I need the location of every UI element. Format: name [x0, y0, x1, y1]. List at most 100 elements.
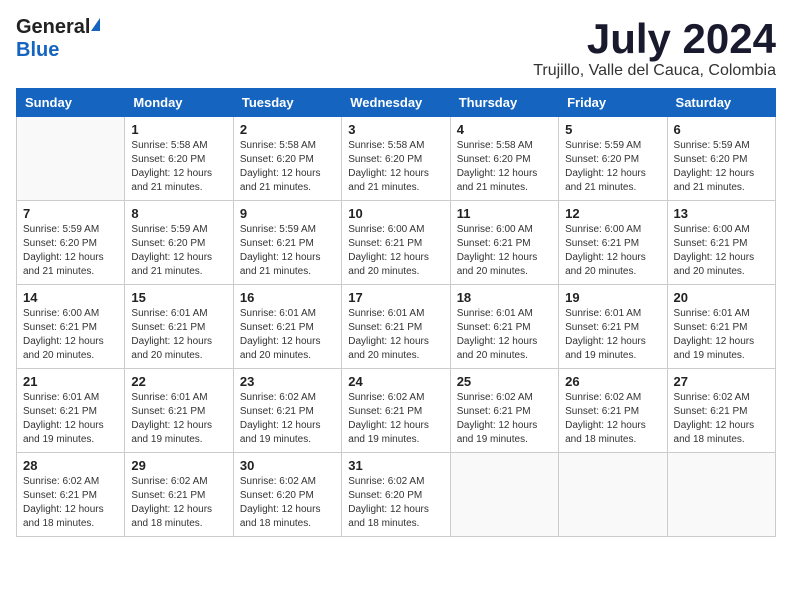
day-info: Sunrise: 6:01 AM Sunset: 6:21 PM Dayligh…	[348, 307, 443, 363]
calendar-day-cell: 7 Sunrise: 5:59 AM Sunset: 6:20 PM Daylig…	[17, 201, 125, 285]
title-area: July 2024 Trujillo, Valle del Cauca, Col…	[533, 16, 776, 80]
day-number: 25	[457, 374, 552, 389]
day-info: Sunrise: 6:01 AM Sunset: 6:21 PM Dayligh…	[565, 307, 660, 363]
calendar-day-cell: 18 Sunrise: 6:01 AM Sunset: 6:21 PM Dayli…	[450, 285, 558, 369]
day-number: 27	[674, 374, 769, 389]
calendar-day-cell: 24Sunrise: 6:02 AM Sunset: 6:21 PM Dayli…	[342, 369, 450, 453]
day-number: 15	[131, 290, 226, 305]
day-info: Sunrise: 5:59 AM Sunset: 6:20 PM Dayligh…	[23, 223, 118, 279]
day-number: 16	[240, 290, 335, 305]
day-number: 17	[348, 290, 443, 305]
day-number: 18	[457, 290, 552, 305]
calendar-day-cell: 8 Sunrise: 5:59 AM Sunset: 6:20 PM Daylig…	[125, 201, 233, 285]
day-info: Sunrise: 6:01 AM Sunset: 6:21 PM Dayligh…	[131, 391, 226, 447]
calendar-day-cell: 21 Sunrise: 6:01 AM Sunset: 6:21 PM Dayli…	[17, 369, 125, 453]
day-number: 9	[240, 206, 335, 221]
day-info: Sunrise: 6:02 AM Sunset: 6:21 PM Dayligh…	[131, 475, 226, 531]
calendar-day-cell: 3Sunrise: 5:58 AM Sunset: 6:20 PM Daylig…	[342, 117, 450, 201]
day-number: 26	[565, 374, 660, 389]
calendar-day-cell: 1 Sunrise: 5:58 AM Sunset: 6:20 PM Daylig…	[125, 117, 233, 201]
day-number: 12	[565, 206, 660, 221]
calendar-day-cell: 23Sunrise: 6:02 AM Sunset: 6:21 PM Dayli…	[233, 369, 341, 453]
day-info: Sunrise: 5:59 AM Sunset: 6:20 PM Dayligh…	[565, 139, 660, 195]
day-info: Sunrise: 6:00 AM Sunset: 6:21 PM Dayligh…	[674, 223, 769, 279]
header: General Blue July 2024 Trujillo, Valle d…	[16, 16, 776, 80]
calendar-week-row: 1 Sunrise: 5:58 AM Sunset: 6:20 PM Daylig…	[17, 117, 776, 201]
day-info: Sunrise: 6:02 AM Sunset: 6:20 PM Dayligh…	[240, 475, 335, 531]
calendar-day-cell: 22 Sunrise: 6:01 AM Sunset: 6:21 PM Dayli…	[125, 369, 233, 453]
day-info: Sunrise: 6:02 AM Sunset: 6:21 PM Dayligh…	[457, 391, 552, 447]
day-number: 21	[23, 374, 118, 389]
location-subtitle: Trujillo, Valle del Cauca, Colombia	[533, 62, 776, 80]
weekday-header-wednesday: Wednesday	[342, 89, 450, 117]
calendar-day-cell	[450, 453, 558, 537]
day-number: 6	[674, 122, 769, 137]
logo-general-text: General	[16, 16, 90, 39]
calendar-day-cell: 12 Sunrise: 6:00 AM Sunset: 6:21 PM Dayli…	[559, 201, 667, 285]
month-year-title: July 2024	[533, 16, 776, 62]
day-number: 4	[457, 122, 552, 137]
day-info: Sunrise: 5:58 AM Sunset: 6:20 PM Dayligh…	[131, 139, 226, 195]
day-number: 11	[457, 206, 552, 221]
day-number: 31	[348, 458, 443, 473]
calendar-day-cell: 5 Sunrise: 5:59 AM Sunset: 6:20 PM Daylig…	[559, 117, 667, 201]
day-number: 19	[565, 290, 660, 305]
calendar-day-cell: 19 Sunrise: 6:01 AM Sunset: 6:21 PM Dayli…	[559, 285, 667, 369]
day-info: Sunrise: 6:00 AM Sunset: 6:21 PM Dayligh…	[23, 307, 118, 363]
day-info: Sunrise: 6:00 AM Sunset: 6:21 PM Dayligh…	[457, 223, 552, 279]
day-number: 7	[23, 206, 118, 221]
calendar-header-row: SundayMondayTuesdayWednesdayThursdayFrid…	[17, 89, 776, 117]
logo-blue-text: Blue	[16, 39, 59, 61]
calendar-day-cell: 16Sunrise: 6:01 AM Sunset: 6:21 PM Dayli…	[233, 285, 341, 369]
day-number: 22	[131, 374, 226, 389]
weekday-header-saturday: Saturday	[667, 89, 775, 117]
day-number: 20	[674, 290, 769, 305]
calendar-day-cell: 13Sunrise: 6:00 AM Sunset: 6:21 PM Dayli…	[667, 201, 775, 285]
day-number: 10	[348, 206, 443, 221]
day-info: Sunrise: 6:02 AM Sunset: 6:21 PM Dayligh…	[674, 391, 769, 447]
day-info: Sunrise: 6:01 AM Sunset: 6:21 PM Dayligh…	[457, 307, 552, 363]
calendar-week-row: 7 Sunrise: 5:59 AM Sunset: 6:20 PM Daylig…	[17, 201, 776, 285]
day-info: Sunrise: 6:02 AM Sunset: 6:21 PM Dayligh…	[23, 475, 118, 531]
day-info: Sunrise: 6:01 AM Sunset: 6:21 PM Dayligh…	[23, 391, 118, 447]
day-number: 5	[565, 122, 660, 137]
calendar-week-row: 21 Sunrise: 6:01 AM Sunset: 6:21 PM Dayli…	[17, 369, 776, 453]
calendar-day-cell: 15 Sunrise: 6:01 AM Sunset: 6:21 PM Dayli…	[125, 285, 233, 369]
calendar-day-cell: 30 Sunrise: 6:02 AM Sunset: 6:20 PM Dayli…	[233, 453, 341, 537]
day-info: Sunrise: 5:59 AM Sunset: 6:20 PM Dayligh…	[131, 223, 226, 279]
day-info: Sunrise: 5:59 AM Sunset: 6:20 PM Dayligh…	[674, 139, 769, 195]
day-number: 30	[240, 458, 335, 473]
day-info: Sunrise: 6:01 AM Sunset: 6:21 PM Dayligh…	[131, 307, 226, 363]
calendar-day-cell	[667, 453, 775, 537]
calendar-day-cell: 26 Sunrise: 6:02 AM Sunset: 6:21 PM Dayli…	[559, 369, 667, 453]
calendar-day-cell: 14 Sunrise: 6:00 AM Sunset: 6:21 PM Dayli…	[17, 285, 125, 369]
weekday-header-friday: Friday	[559, 89, 667, 117]
day-number: 29	[131, 458, 226, 473]
calendar-day-cell: 2Sunrise: 5:58 AM Sunset: 6:20 PM Daylig…	[233, 117, 341, 201]
day-number: 14	[23, 290, 118, 305]
day-info: Sunrise: 6:00 AM Sunset: 6:21 PM Dayligh…	[565, 223, 660, 279]
weekday-header-sunday: Sunday	[17, 89, 125, 117]
weekday-header-monday: Monday	[125, 89, 233, 117]
calendar-day-cell: 9 Sunrise: 5:59 AM Sunset: 6:21 PM Daylig…	[233, 201, 341, 285]
calendar-week-row: 14 Sunrise: 6:00 AM Sunset: 6:21 PM Dayli…	[17, 285, 776, 369]
day-info: Sunrise: 6:02 AM Sunset: 6:20 PM Dayligh…	[348, 475, 443, 531]
day-number: 8	[131, 206, 226, 221]
logo-triangle-icon	[91, 18, 100, 31]
day-info: Sunrise: 5:58 AM Sunset: 6:20 PM Dayligh…	[348, 139, 443, 195]
calendar-day-cell: 25 Sunrise: 6:02 AM Sunset: 6:21 PM Dayli…	[450, 369, 558, 453]
calendar-day-cell: 28 Sunrise: 6:02 AM Sunset: 6:21 PM Dayli…	[17, 453, 125, 537]
calendar-day-cell: 29 Sunrise: 6:02 AM Sunset: 6:21 PM Dayli…	[125, 453, 233, 537]
day-info: Sunrise: 5:58 AM Sunset: 6:20 PM Dayligh…	[457, 139, 552, 195]
day-info: Sunrise: 5:59 AM Sunset: 6:21 PM Dayligh…	[240, 223, 335, 279]
calendar-day-cell: 11 Sunrise: 6:00 AM Sunset: 6:21 PM Dayli…	[450, 201, 558, 285]
calendar-week-row: 28 Sunrise: 6:02 AM Sunset: 6:21 PM Dayli…	[17, 453, 776, 537]
calendar-day-cell: 20Sunrise: 6:01 AM Sunset: 6:21 PM Dayli…	[667, 285, 775, 369]
day-number: 2	[240, 122, 335, 137]
calendar-day-cell: 17 Sunrise: 6:01 AM Sunset: 6:21 PM Dayli…	[342, 285, 450, 369]
day-number: 24	[348, 374, 443, 389]
day-number: 1	[131, 122, 226, 137]
day-number: 28	[23, 458, 118, 473]
weekday-header-thursday: Thursday	[450, 89, 558, 117]
day-info: Sunrise: 6:02 AM Sunset: 6:21 PM Dayligh…	[565, 391, 660, 447]
